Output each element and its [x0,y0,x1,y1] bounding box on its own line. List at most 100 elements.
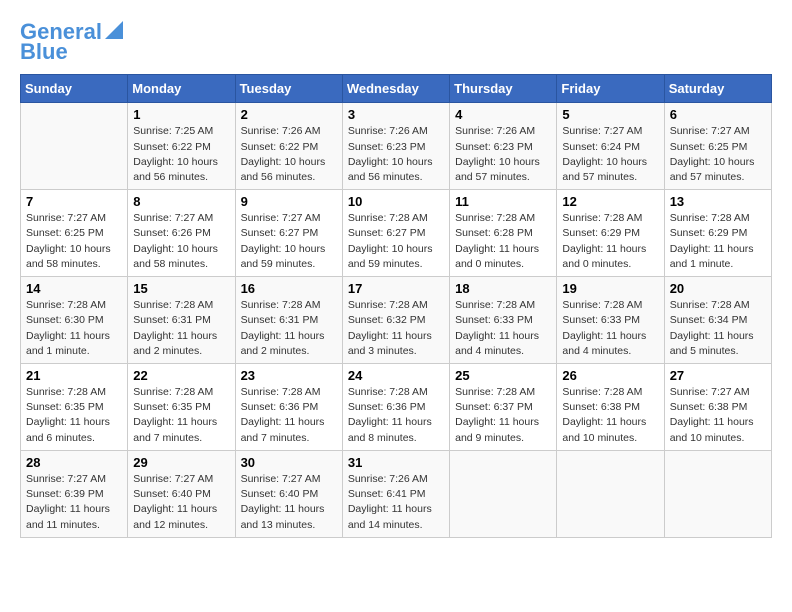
weekday-header-row: SundayMondayTuesdayWednesdayThursdayFrid… [21,75,772,103]
calendar-week-1: 1 Sunrise: 7:25 AM Sunset: 6:22 PM Daylig… [21,103,772,190]
calendar-cell: 12 Sunrise: 7:28 AM Sunset: 6:29 PM Dayli… [557,190,664,277]
calendar-cell: 20 Sunrise: 7:28 AM Sunset: 6:34 PM Dayli… [664,277,771,364]
day-number: 27 [670,368,766,383]
day-number: 14 [26,281,122,296]
day-info: Sunrise: 7:27 AM Sunset: 6:25 PM Dayligh… [670,124,766,185]
calendar-cell: 14Sunrise: 7:28 AM Sunset: 6:30 PM Dayli… [21,277,128,364]
day-number: 12 [562,194,658,209]
day-number: 5 [562,107,658,122]
calendar-cell: 5 Sunrise: 7:27 AM Sunset: 6:24 PM Daylig… [557,103,664,190]
day-info: Sunrise: 7:25 AM Sunset: 6:22 PM Dayligh… [133,124,229,185]
calendar-cell: 23 Sunrise: 7:28 AM Sunset: 6:36 PM Dayli… [235,364,342,451]
calendar-cell: 19 Sunrise: 7:28 AM Sunset: 6:33 PM Dayli… [557,277,664,364]
day-info: Sunrise: 7:27 AM Sunset: 6:24 PM Dayligh… [562,124,658,185]
logo-text-blue: Blue [20,40,68,64]
weekday-header-friday: Friday [557,75,664,103]
day-number: 19 [562,281,658,296]
day-info: Sunrise: 7:28 AM Sunset: 6:29 PM Dayligh… [562,211,658,272]
weekday-header-thursday: Thursday [450,75,557,103]
logo: General Blue [20,20,123,64]
day-info: Sunrise: 7:28 AM Sunset: 6:35 PM Dayligh… [26,385,122,446]
calendar-cell [664,450,771,537]
day-number: 21 [26,368,122,383]
calendar-cell: 18Sunrise: 7:28 AM Sunset: 6:33 PM Dayli… [450,277,557,364]
calendar-cell: 2Sunrise: 7:26 AM Sunset: 6:22 PM Daylig… [235,103,342,190]
day-info: Sunrise: 7:28 AM Sunset: 6:36 PM Dayligh… [348,385,444,446]
day-info: Sunrise: 7:28 AM Sunset: 6:37 PM Dayligh… [455,385,551,446]
day-info: Sunrise: 7:28 AM Sunset: 6:35 PM Dayligh… [133,385,229,446]
calendar-cell: 16 Sunrise: 7:28 AM Sunset: 6:31 PM Dayli… [235,277,342,364]
day-number: 18 [455,281,551,296]
day-info: Sunrise: 7:27 AM Sunset: 6:26 PM Dayligh… [133,211,229,272]
day-info: Sunrise: 7:27 AM Sunset: 6:40 PM Dayligh… [133,472,229,533]
calendar-cell: 28 Sunrise: 7:27 AM Sunset: 6:39 PM Dayli… [21,450,128,537]
logo-bird-icon [105,21,123,39]
calendar-cell: 21 Sunrise: 7:28 AM Sunset: 6:35 PM Dayli… [21,364,128,451]
calendar-table: SundayMondayTuesdayWednesdayThursdayFrid… [20,74,772,537]
calendar-cell: 6 Sunrise: 7:27 AM Sunset: 6:25 PM Daylig… [664,103,771,190]
calendar-cell: 31 Sunrise: 7:26 AM Sunset: 6:41 PM Dayli… [342,450,449,537]
day-info: Sunrise: 7:28 AM Sunset: 6:34 PM Dayligh… [670,298,766,359]
calendar-cell: 11Sunrise: 7:28 AM Sunset: 6:28 PM Dayli… [450,190,557,277]
day-number: 22 [133,368,229,383]
day-number: 6 [670,107,766,122]
day-info: Sunrise: 7:28 AM Sunset: 6:36 PM Dayligh… [241,385,337,446]
day-info: Sunrise: 7:27 AM Sunset: 6:39 PM Dayligh… [26,472,122,533]
weekday-header-tuesday: Tuesday [235,75,342,103]
calendar-cell: 10 Sunrise: 7:28 AM Sunset: 6:27 PM Dayli… [342,190,449,277]
day-number: 25 [455,368,551,383]
calendar-cell: 4 Sunrise: 7:26 AM Sunset: 6:23 PM Daylig… [450,103,557,190]
day-number: 2 [241,107,337,122]
calendar-week-5: 28 Sunrise: 7:27 AM Sunset: 6:39 PM Dayli… [21,450,772,537]
day-info: Sunrise: 7:27 AM Sunset: 6:27 PM Dayligh… [241,211,337,272]
calendar-cell: 13 Sunrise: 7:28 AM Sunset: 6:29 PM Dayli… [664,190,771,277]
day-number: 9 [241,194,337,209]
day-number: 7 [26,194,122,209]
weekday-header-sunday: Sunday [21,75,128,103]
day-number: 28 [26,455,122,470]
day-number: 23 [241,368,337,383]
calendar-week-2: 7Sunrise: 7:27 AM Sunset: 6:25 PM Daylig… [21,190,772,277]
calendar-cell: 8Sunrise: 7:27 AM Sunset: 6:26 PM Daylig… [128,190,235,277]
calendar-cell: 26Sunrise: 7:28 AM Sunset: 6:38 PM Dayli… [557,364,664,451]
calendar-cell: 15 Sunrise: 7:28 AM Sunset: 6:31 PM Dayli… [128,277,235,364]
day-number: 16 [241,281,337,296]
day-info: Sunrise: 7:28 AM Sunset: 6:27 PM Dayligh… [348,211,444,272]
calendar-cell: 29 Sunrise: 7:27 AM Sunset: 6:40 PM Dayli… [128,450,235,537]
day-number: 31 [348,455,444,470]
day-number: 17 [348,281,444,296]
day-number: 15 [133,281,229,296]
day-number: 1 [133,107,229,122]
day-info: Sunrise: 7:26 AM Sunset: 6:23 PM Dayligh… [455,124,551,185]
calendar-cell: 9 Sunrise: 7:27 AM Sunset: 6:27 PM Daylig… [235,190,342,277]
day-number: 10 [348,194,444,209]
day-number: 29 [133,455,229,470]
calendar-week-4: 21 Sunrise: 7:28 AM Sunset: 6:35 PM Dayli… [21,364,772,451]
day-info: Sunrise: 7:28 AM Sunset: 6:33 PM Dayligh… [562,298,658,359]
calendar-cell: 7Sunrise: 7:27 AM Sunset: 6:25 PM Daylig… [21,190,128,277]
day-info: Sunrise: 7:28 AM Sunset: 6:31 PM Dayligh… [241,298,337,359]
day-info: Sunrise: 7:26 AM Sunset: 6:23 PM Dayligh… [348,124,444,185]
page-header: General Blue [20,20,772,64]
calendar-cell: 1 Sunrise: 7:25 AM Sunset: 6:22 PM Daylig… [128,103,235,190]
weekday-header-monday: Monday [128,75,235,103]
day-info: Sunrise: 7:28 AM Sunset: 6:29 PM Dayligh… [670,211,766,272]
day-number: 26 [562,368,658,383]
day-number: 20 [670,281,766,296]
day-info: Sunrise: 7:27 AM Sunset: 6:38 PM Dayligh… [670,385,766,446]
calendar-cell: 30 Sunrise: 7:27 AM Sunset: 6:40 PM Dayli… [235,450,342,537]
calendar-cell: 3Sunrise: 7:26 AM Sunset: 6:23 PM Daylig… [342,103,449,190]
day-number: 4 [455,107,551,122]
day-info: Sunrise: 7:26 AM Sunset: 6:41 PM Dayligh… [348,472,444,533]
weekday-header-saturday: Saturday [664,75,771,103]
calendar-cell: 25 Sunrise: 7:28 AM Sunset: 6:37 PM Dayli… [450,364,557,451]
day-info: Sunrise: 7:28 AM Sunset: 6:31 PM Dayligh… [133,298,229,359]
day-number: 13 [670,194,766,209]
day-info: Sunrise: 7:28 AM Sunset: 6:28 PM Dayligh… [455,211,551,272]
calendar-week-3: 14Sunrise: 7:28 AM Sunset: 6:30 PM Dayli… [21,277,772,364]
day-info: Sunrise: 7:28 AM Sunset: 6:32 PM Dayligh… [348,298,444,359]
calendar-cell: 27 Sunrise: 7:27 AM Sunset: 6:38 PM Dayli… [664,364,771,451]
day-number: 30 [241,455,337,470]
weekday-header-wednesday: Wednesday [342,75,449,103]
day-info: Sunrise: 7:27 AM Sunset: 6:40 PM Dayligh… [241,472,337,533]
